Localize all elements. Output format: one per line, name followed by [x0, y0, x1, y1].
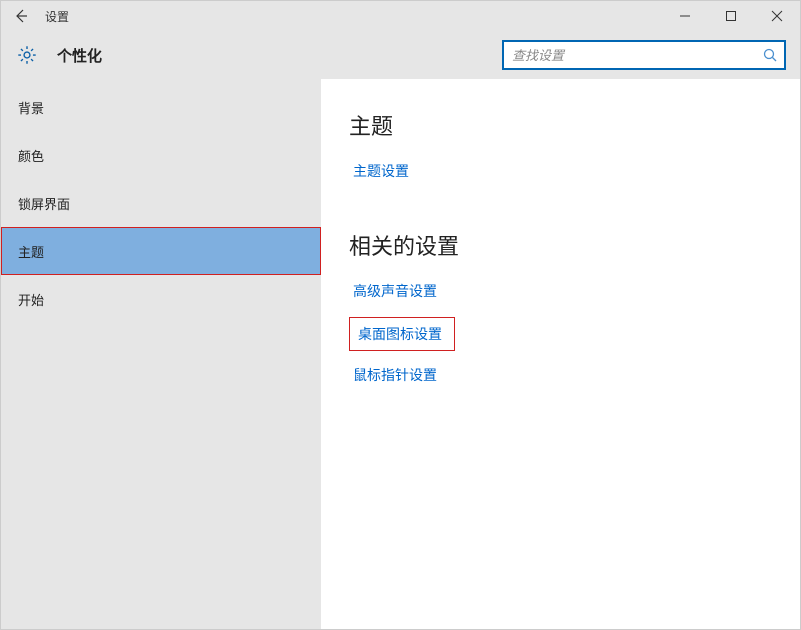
sidebar-item-label: 开始: [18, 290, 44, 309]
search-box[interactable]: [502, 40, 786, 70]
related-link-1[interactable]: 桌面图标设置: [354, 322, 446, 346]
minimize-button[interactable]: [662, 1, 708, 31]
related-link-highlight-1: 桌面图标设置: [349, 317, 455, 351]
maximize-icon: [725, 10, 737, 22]
sidebar: 背景颜色锁屏界面主题开始: [1, 79, 321, 629]
sidebar-item-label: 主题: [18, 242, 44, 261]
window-controls: [662, 1, 800, 31]
arrow-left-icon: [13, 8, 29, 24]
sidebar-item-4[interactable]: 开始: [1, 275, 321, 323]
related-link-2[interactable]: 鼠标指针设置: [349, 363, 441, 387]
minimize-icon: [679, 10, 691, 22]
content-pane: 主题 主题设置 相关的设置 高级声音设置桌面图标设置鼠标指针设置: [321, 79, 800, 629]
gear-icon: [15, 43, 39, 67]
back-button[interactable]: [1, 1, 41, 31]
titlebar: 设置: [1, 1, 800, 31]
maximize-button[interactable]: [708, 1, 754, 31]
settings-window: 设置: [0, 0, 801, 630]
window-title: 设置: [45, 8, 69, 25]
sidebar-item-label: 锁屏界面: [18, 194, 70, 213]
sidebar-item-label: 颜色: [18, 146, 44, 165]
sidebar-item-1[interactable]: 颜色: [1, 131, 321, 179]
sidebar-item-3[interactable]: 主题: [1, 227, 321, 275]
header: 个性化: [1, 31, 800, 79]
section-title-related: 相关的设置: [349, 229, 772, 261]
page-title: 个性化: [57, 45, 102, 66]
related-link-0[interactable]: 高级声音设置: [349, 279, 441, 303]
search-icon[interactable]: [756, 47, 784, 63]
themes-link-0[interactable]: 主题设置: [349, 159, 413, 183]
close-icon: [771, 10, 783, 22]
sidebar-item-2[interactable]: 锁屏界面: [1, 179, 321, 227]
sidebar-item-label: 背景: [18, 98, 44, 117]
close-button[interactable]: [754, 1, 800, 31]
section-title-themes: 主题: [349, 109, 772, 141]
sidebar-item-0[interactable]: 背景: [1, 83, 321, 131]
body: 背景颜色锁屏界面主题开始 主题 主题设置 相关的设置 高级声音设置桌面图标设置鼠…: [1, 79, 800, 629]
search-input[interactable]: [504, 42, 756, 68]
